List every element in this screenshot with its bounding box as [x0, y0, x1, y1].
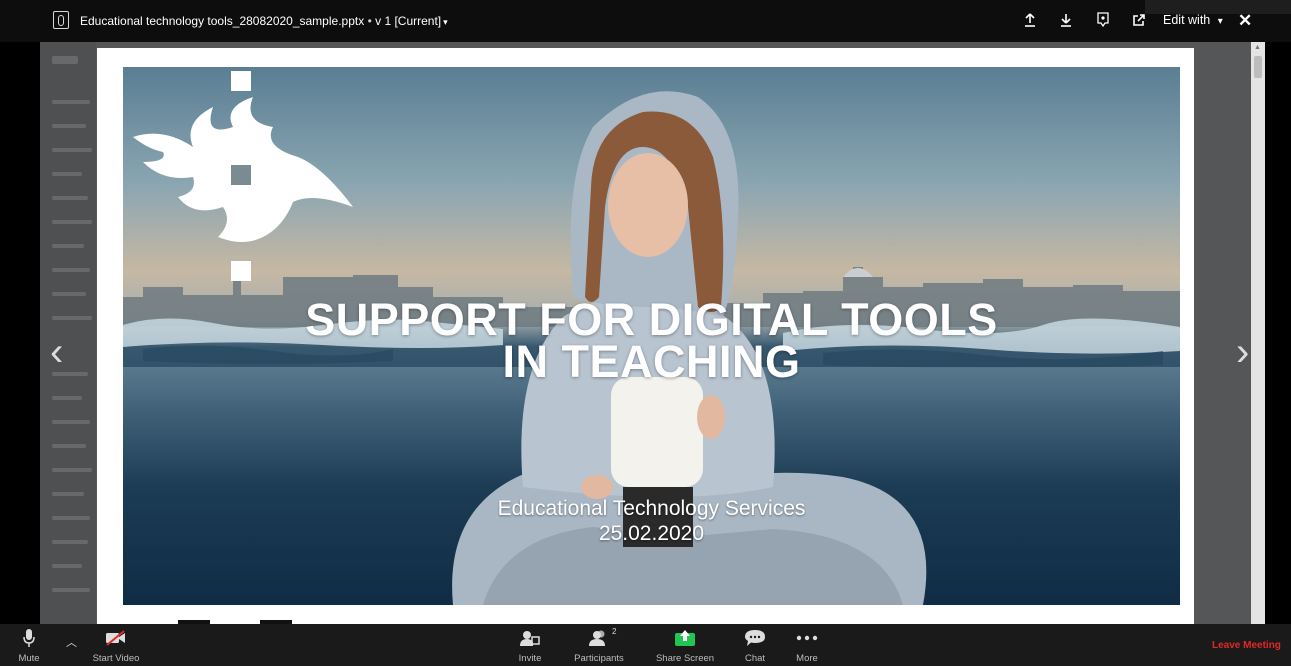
chevron-down-icon: ▾	[443, 17, 448, 27]
invite-label: Invite	[518, 653, 542, 664]
slide-date: 25.02.2020	[598, 522, 705, 545]
invite-icon	[518, 627, 542, 649]
video-off-icon	[104, 627, 128, 649]
background-sidebar	[40, 42, 96, 624]
chat-icon	[743, 627, 767, 649]
participants-icon	[586, 627, 612, 649]
meeting-toolbar: Mute ︿ Start Video Invite Participants 2…	[0, 624, 1291, 666]
chevron-down-icon: ▾	[1217, 16, 1223, 27]
file-preview-header: Educational technology tools_28082020_sa…	[0, 0, 1291, 42]
download-icon[interactable]	[1057, 10, 1075, 30]
mute-label: Mute	[18, 653, 40, 664]
scrollbar-thumb[interactable]	[1254, 56, 1262, 78]
start-video-label: Start Video	[92, 653, 140, 664]
university-flame-logo	[133, 71, 353, 281]
slide-subtitle: Educational Technology Services	[497, 497, 806, 520]
version-label: v 1 [Current]	[375, 14, 442, 28]
comment-icon[interactable]	[1094, 10, 1112, 30]
leave-meeting-button[interactable]: Leave Meeting	[1212, 640, 1281, 651]
mute-button[interactable]: Mute	[18, 624, 40, 666]
viewer-scrollbar[interactable]: ▲	[1251, 42, 1265, 624]
file-name: Educational technology tools_28082020_sa…	[80, 14, 365, 28]
slide-title-line2: IN TEACHING	[502, 336, 801, 387]
more-icon	[795, 627, 819, 649]
previous-page-button[interactable]: ‹	[50, 332, 63, 372]
header-strip	[1145, 0, 1291, 14]
share-screen-button[interactable]: Share Screen	[656, 624, 714, 666]
chat-button[interactable]: Chat	[743, 624, 767, 666]
participants-label: Participants	[574, 653, 624, 664]
share-screen-label: Share Screen	[655, 653, 715, 664]
file-icon	[53, 11, 69, 29]
caret-up-icon[interactable]: ︿	[66, 634, 77, 650]
edit-with-label: Edit with	[1163, 13, 1211, 27]
version-dropdown[interactable]: v 1 [Current] ▾	[375, 14, 448, 28]
participants-count: 2	[612, 627, 617, 636]
more-button[interactable]: More	[795, 624, 819, 666]
open-external-icon[interactable]	[1130, 10, 1148, 30]
invite-button[interactable]: Invite	[518, 624, 542, 666]
next-page-button[interactable]: ›	[1236, 332, 1249, 372]
upload-icon[interactable]	[1021, 10, 1039, 30]
start-video-button[interactable]: Start Video	[93, 624, 139, 666]
title-separator: •	[367, 14, 372, 28]
scroll-up-icon[interactable]: ▲	[1254, 44, 1261, 51]
microphone-icon	[18, 627, 40, 649]
file-title[interactable]: Educational technology tools_28082020_sa…	[80, 14, 448, 28]
share-screen-icon	[673, 627, 697, 649]
slide-image: SUPPORT FOR DIGITAL TOOLS IN TEACHING Ed…	[123, 67, 1180, 605]
edit-with-dropdown[interactable]: Edit with ▾	[1163, 13, 1223, 27]
participants-button[interactable]: Participants	[574, 624, 624, 666]
close-icon[interactable]: ✕	[1238, 11, 1252, 31]
more-label: More	[796, 653, 818, 664]
